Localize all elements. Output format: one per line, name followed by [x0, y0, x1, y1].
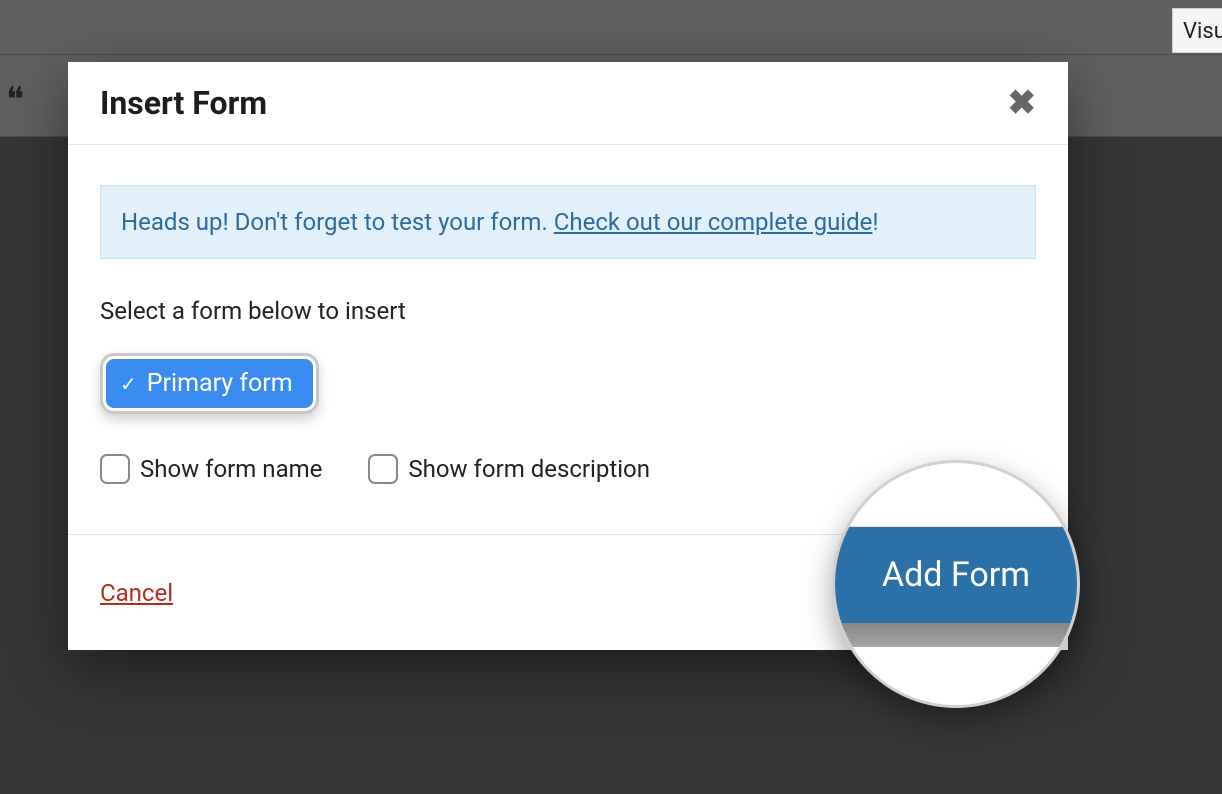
tab-visual[interactable]: Visu: [1172, 8, 1222, 53]
notice-text: Heads up! Don't forget to test your form…: [121, 208, 554, 236]
modal-header: Insert Form ✖: [68, 62, 1068, 145]
select-form-label: Select a form below to insert: [100, 297, 1036, 325]
notice-suffix: !: [872, 208, 878, 236]
checkbox-label: Show form name: [140, 455, 322, 483]
form-select-wrap: ✓ Primary form: [100, 353, 319, 414]
form-select-focus-ring: ✓ Primary form: [100, 353, 319, 414]
close-icon[interactable]: ✖: [1008, 86, 1037, 120]
checkbox-show-form-description[interactable]: Show form description: [368, 454, 650, 484]
notice-link[interactable]: Check out our complete guide: [554, 208, 873, 236]
form-select-value: Primary form: [147, 369, 293, 398]
checkbox-icon[interactable]: [100, 454, 130, 484]
blockquote-icon: ❝: [6, 80, 24, 120]
checkbox-icon[interactable]: [368, 454, 398, 484]
form-select[interactable]: ✓ Primary form: [106, 359, 313, 408]
magnifier-add-form-button: Add Form: [835, 527, 1077, 623]
notice-banner: Heads up! Don't forget to test your form…: [100, 185, 1036, 259]
checkmark-icon: ✓: [120, 372, 137, 396]
magnifier-callout: Add Form: [832, 460, 1080, 708]
magnifier-shadow: [835, 623, 1077, 647]
modal-title: Insert Form: [100, 84, 267, 122]
cancel-button[interactable]: Cancel: [100, 579, 173, 607]
checkbox-show-form-name[interactable]: Show form name: [100, 454, 322, 484]
checkbox-label: Show form description: [408, 455, 650, 483]
